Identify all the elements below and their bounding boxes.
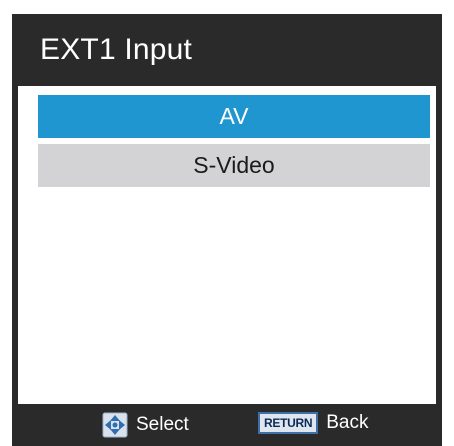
option-label: S-Video (193, 152, 275, 178)
option-av[interactable]: AV (38, 95, 430, 138)
select-hint: Select (102, 412, 189, 438)
menu-title: EXT1 Input (40, 33, 193, 66)
back-label: Back (326, 412, 369, 433)
option-label: AV (219, 103, 249, 129)
ext1-input-menu: EXT1 Input AV S-Video Select RETURN Back (12, 14, 442, 446)
menu-header: EXT1 Input (12, 14, 442, 86)
menu-footer: Select RETURN Back (12, 404, 442, 446)
return-key-icon: RETURN (258, 412, 319, 434)
option-s-video[interactable]: S-Video (38, 144, 430, 187)
dpad-icon (102, 412, 128, 438)
options-list: AV S-Video (18, 86, 436, 404)
select-label: Select (136, 414, 189, 435)
back-hint: RETURN Back (258, 412, 368, 434)
